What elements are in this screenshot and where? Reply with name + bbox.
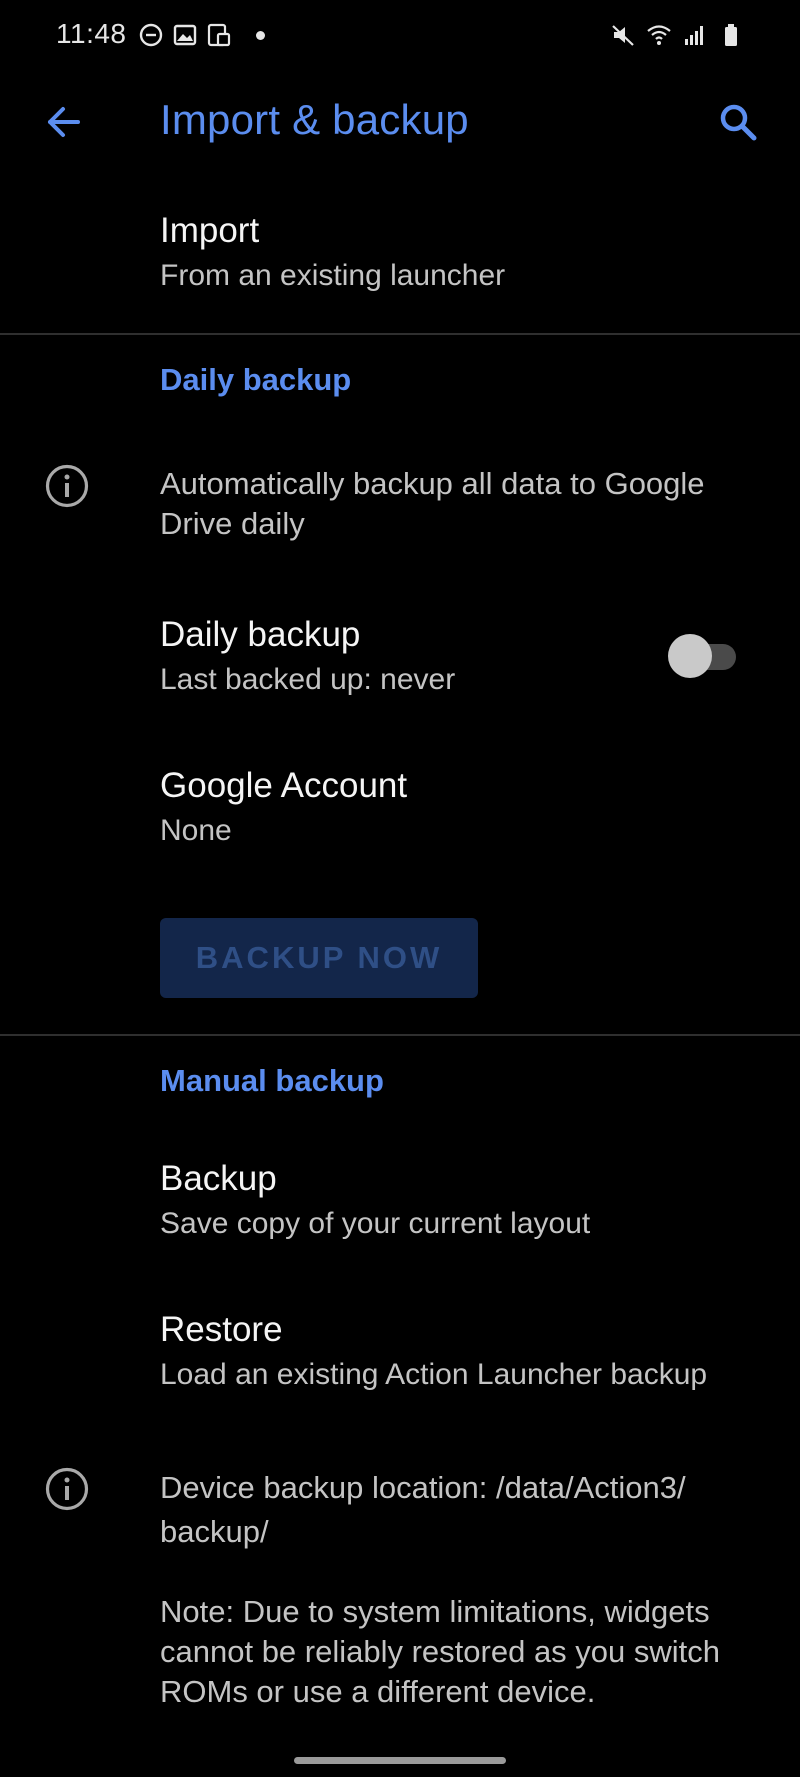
- google-account-preference[interactable]: Google Account None: [160, 765, 780, 851]
- battery-icon: [725, 24, 737, 46]
- google-account-title: Google Account: [160, 766, 408, 805]
- status-right-icons: [610, 22, 744, 48]
- info-icon: [45, 1467, 89, 1511]
- backup-summary: Save copy of your current layout: [160, 1207, 591, 1240]
- daily-backup-toggle[interactable]: [668, 634, 740, 678]
- section-header-manual-backup: Manual backup: [160, 1063, 384, 1098]
- import-title: Import: [160, 211, 260, 250]
- mute-icon: [612, 25, 634, 46]
- import-preference[interactable]: Import From an existing launcher: [160, 210, 780, 296]
- image-icon: [173, 24, 197, 46]
- app-bar: Import & backup: [0, 76, 800, 168]
- section-header-daily-backup: Daily backup: [160, 362, 352, 397]
- back-button[interactable]: [36, 94, 92, 150]
- divider: [0, 333, 800, 335]
- status-time: 11:48: [56, 18, 127, 49]
- notification-dot-icon: [256, 30, 265, 40]
- restore-summary: Load an existing Action Launcher backup: [160, 1358, 708, 1391]
- info-icon: [45, 464, 89, 508]
- backup-preference[interactable]: Backup Save copy of your current layout: [160, 1158, 780, 1244]
- home-indicator[interactable]: [294, 1757, 506, 1764]
- backup-title: Backup: [160, 1159, 277, 1198]
- search-icon: [720, 104, 757, 141]
- import-summary: From an existing launcher: [160, 259, 506, 292]
- signal-icon: [685, 26, 703, 45]
- backup-location-text: Device backup location: /data/Action3/ b…: [160, 1470, 686, 1549]
- restore-title: Restore: [160, 1310, 283, 1349]
- daily-backup-summary: Last backed up: never: [160, 663, 456, 696]
- restore-preference[interactable]: Restore Load an existing Action Launcher…: [160, 1309, 780, 1395]
- status-left-icons: [138, 22, 265, 48]
- wifi-icon: [647, 25, 671, 45]
- daily-backup-preference[interactable]: Daily backup Last backed up: never: [160, 614, 660, 700]
- restore-note-text: Note: Due to system limitations, widgets…: [160, 1594, 721, 1709]
- divider: [0, 1034, 800, 1036]
- backup-now-button[interactable]: BACKUP NOW: [160, 918, 478, 998]
- toggle-thumb: [668, 634, 712, 678]
- screenshot-icon: [207, 23, 231, 47]
- back-arrow-icon: [48, 107, 80, 137]
- page-title: Import & backup: [160, 96, 469, 143]
- daily-backup-info-text: Automatically backup all data to Google …: [160, 466, 705, 541]
- daily-backup-title: Daily backup: [160, 615, 361, 654]
- search-button[interactable]: [710, 94, 766, 150]
- google-account-summary: None: [160, 814, 232, 847]
- status-bar: 11:48: [0, 0, 800, 76]
- do-not-disturb-icon: [139, 23, 163, 47]
